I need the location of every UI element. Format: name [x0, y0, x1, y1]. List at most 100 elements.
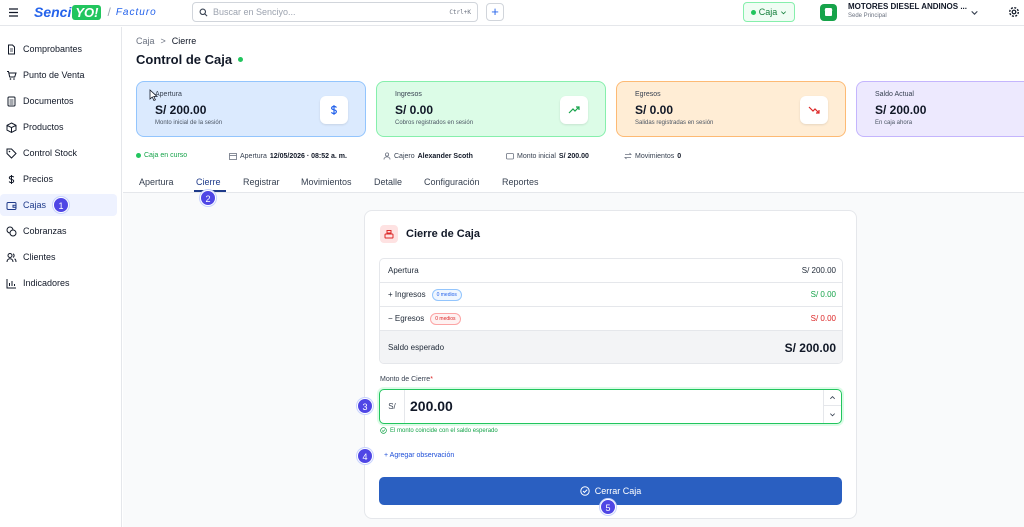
user-icon: [383, 152, 391, 160]
stat-value: S/ 200.00: [155, 103, 207, 117]
sidebar-item-indicadores[interactable]: Indicadores: [0, 272, 117, 294]
company-branch: Sede Principal: [848, 13, 887, 19]
bar-chart-icon: [6, 278, 16, 288]
tab-bar: Apertura Cierre Registrar Movimientos De…: [123, 168, 1024, 193]
monto-cierre-input[interactable]: S/ 200.00: [379, 389, 842, 424]
stat-card-saldo-actual: Saldo Actual S/ 200.00 En caja ahora: [856, 81, 1024, 137]
tab-registrar[interactable]: Registrar: [243, 177, 280, 187]
store-icon: [820, 4, 837, 21]
stat-card-ingresos: Ingresos S/ 0.00 Cobros registrados en s…: [376, 81, 606, 137]
gear-icon[interactable]: [1008, 6, 1020, 18]
search-shortcut: Ctrl+K: [449, 8, 471, 16]
step-badge: 1: [53, 197, 69, 213]
info-label: Cajero: [394, 152, 415, 160]
swap-icon: [624, 152, 632, 160]
sidebar-item-precios[interactable]: Precios: [0, 168, 117, 190]
amount-value[interactable]: 200.00: [410, 398, 453, 414]
sidebar-item-label: Productos: [23, 122, 64, 132]
tab-cierre[interactable]: Cierre: [196, 177, 221, 187]
summary-row-egresos: − Egresos 0 medios S/ 0.00: [380, 307, 842, 331]
add-button[interactable]: +: [486, 3, 504, 21]
sidebar-item-clientes[interactable]: Clientes: [0, 246, 117, 268]
row-value: S/ 0.00: [810, 314, 836, 323]
monto-cierre-label: Monto de Cierre*: [380, 376, 433, 383]
amount-stepper: [823, 390, 841, 423]
increment-button[interactable]: [824, 390, 841, 406]
tab-reportes[interactable]: Reportes: [502, 177, 539, 187]
main-content: Caja > Cierre Control de Caja Apertura S…: [123, 27, 1024, 527]
field-label: Monto de Cierre: [380, 376, 431, 383]
info-label: Apertura: [240, 152, 267, 160]
currency-prefix: S/: [380, 390, 405, 423]
stat-value: S/ 0.00: [635, 103, 674, 117]
status-dot: [136, 153, 141, 158]
tab-movimientos[interactable]: Movimientos: [301, 177, 352, 187]
add-note-link[interactable]: + Agregar observación: [384, 452, 454, 459]
status-dot: [750, 9, 756, 15]
tag-icon: [6, 148, 17, 159]
menu-icon[interactable]: [8, 7, 19, 18]
info-cajero: Cajero Alexander Scoth: [383, 152, 473, 160]
sidebar-item-control-stock[interactable]: Control Stock: [0, 142, 117, 164]
decrement-button[interactable]: [824, 406, 841, 422]
company-name: MOTORES DIESEL ANDINOS ...: [848, 2, 967, 11]
cerrar-caja-label: Cerrar Caja: [594, 486, 642, 496]
box-icon: [6, 121, 17, 133]
users-icon: [6, 252, 17, 262]
status-dot: [238, 57, 244, 62]
step-badge: 3: [357, 398, 373, 414]
check-circle-icon: [380, 427, 387, 434]
stat-label: Saldo Actual: [875, 91, 914, 98]
sidebar-item-documentos[interactable]: Documentos: [0, 90, 117, 112]
sidebar-item-cobranzas[interactable]: Cobranzas: [0, 220, 117, 242]
panel-header: Cierre de Caja: [380, 225, 480, 243]
info-movimientos: Movimientos 0: [624, 152, 681, 160]
row-label: − Egresos: [388, 314, 425, 323]
dollar-icon: [320, 96, 348, 124]
stat-value: S/ 0.00: [395, 103, 434, 117]
stat-sub: En caja ahora: [875, 120, 913, 126]
sidebar-item-label: Indicadores: [23, 278, 70, 288]
medios-badge[interactable]: 0 medios: [430, 312, 461, 325]
stat-sub: Monto inicial de la sesión: [155, 120, 223, 126]
step-badge: 5: [600, 499, 616, 515]
breadcrumb: Caja > Cierre: [136, 36, 196, 46]
step-badge: 2: [200, 190, 216, 206]
sidebar-item-label: Comprobantes: [23, 44, 83, 54]
tab-detalle[interactable]: Detalle: [374, 177, 402, 187]
company-selector[interactable]: MOTORES DIESEL ANDINOS ... Sede Principa…: [848, 2, 967, 20]
row-value: S/ 0.00: [810, 290, 836, 299]
match-text: El monto coincide con el saldo esperado: [390, 427, 498, 434]
stat-value: S/ 200.00: [875, 103, 927, 117]
top-bar: Senci YO! / Facturo Buscar en Senciyo...…: [0, 0, 1024, 26]
sidebar-item-label: Cajas: [23, 200, 47, 210]
sidebar-item-punto-de-venta[interactable]: Punto de Venta: [0, 64, 117, 86]
caja-status-button[interactable]: Caja: [743, 2, 795, 22]
calendar-icon: [229, 153, 237, 160]
coins-icon: [6, 226, 17, 236]
app-logo[interactable]: Senci YO! / Facturo: [34, 3, 157, 21]
search-input[interactable]: Buscar en Senciyo... Ctrl+K: [192, 2, 478, 22]
sidebar-item-label: Clientes: [23, 252, 56, 262]
caja-status-label: Caja: [758, 7, 778, 17]
chevron-down-icon[interactable]: [970, 8, 979, 17]
breadcrumb-parent[interactable]: Caja: [136, 36, 155, 46]
sidebar-item-label: Precios: [23, 174, 54, 184]
sidebar-item-comprobantes[interactable]: Comprobantes: [0, 38, 117, 60]
session-status-label: Caja en curso: [144, 152, 188, 159]
sidebar-item-productos[interactable]: Productos: [0, 116, 117, 138]
dollar-icon: [8, 174, 15, 184]
tab-configuracion[interactable]: Configuración: [424, 177, 480, 187]
sidebar-item-label: Cobranzas: [23, 226, 67, 236]
logo-separator: /: [107, 5, 111, 19]
tab-apertura[interactable]: Apertura: [139, 177, 174, 187]
file-list-icon: [7, 96, 16, 106]
logo-product: Facturo: [115, 6, 157, 18]
medios-badge[interactable]: 0 medios: [431, 288, 462, 301]
wallet-icon: [506, 153, 514, 160]
row-label: Apertura: [388, 266, 419, 275]
sidebar-item-label: Control Stock: [23, 148, 78, 158]
search-icon: [199, 8, 208, 16]
session-status: Caja en curso: [136, 152, 187, 159]
info-label: Monto inicial: [517, 152, 556, 160]
